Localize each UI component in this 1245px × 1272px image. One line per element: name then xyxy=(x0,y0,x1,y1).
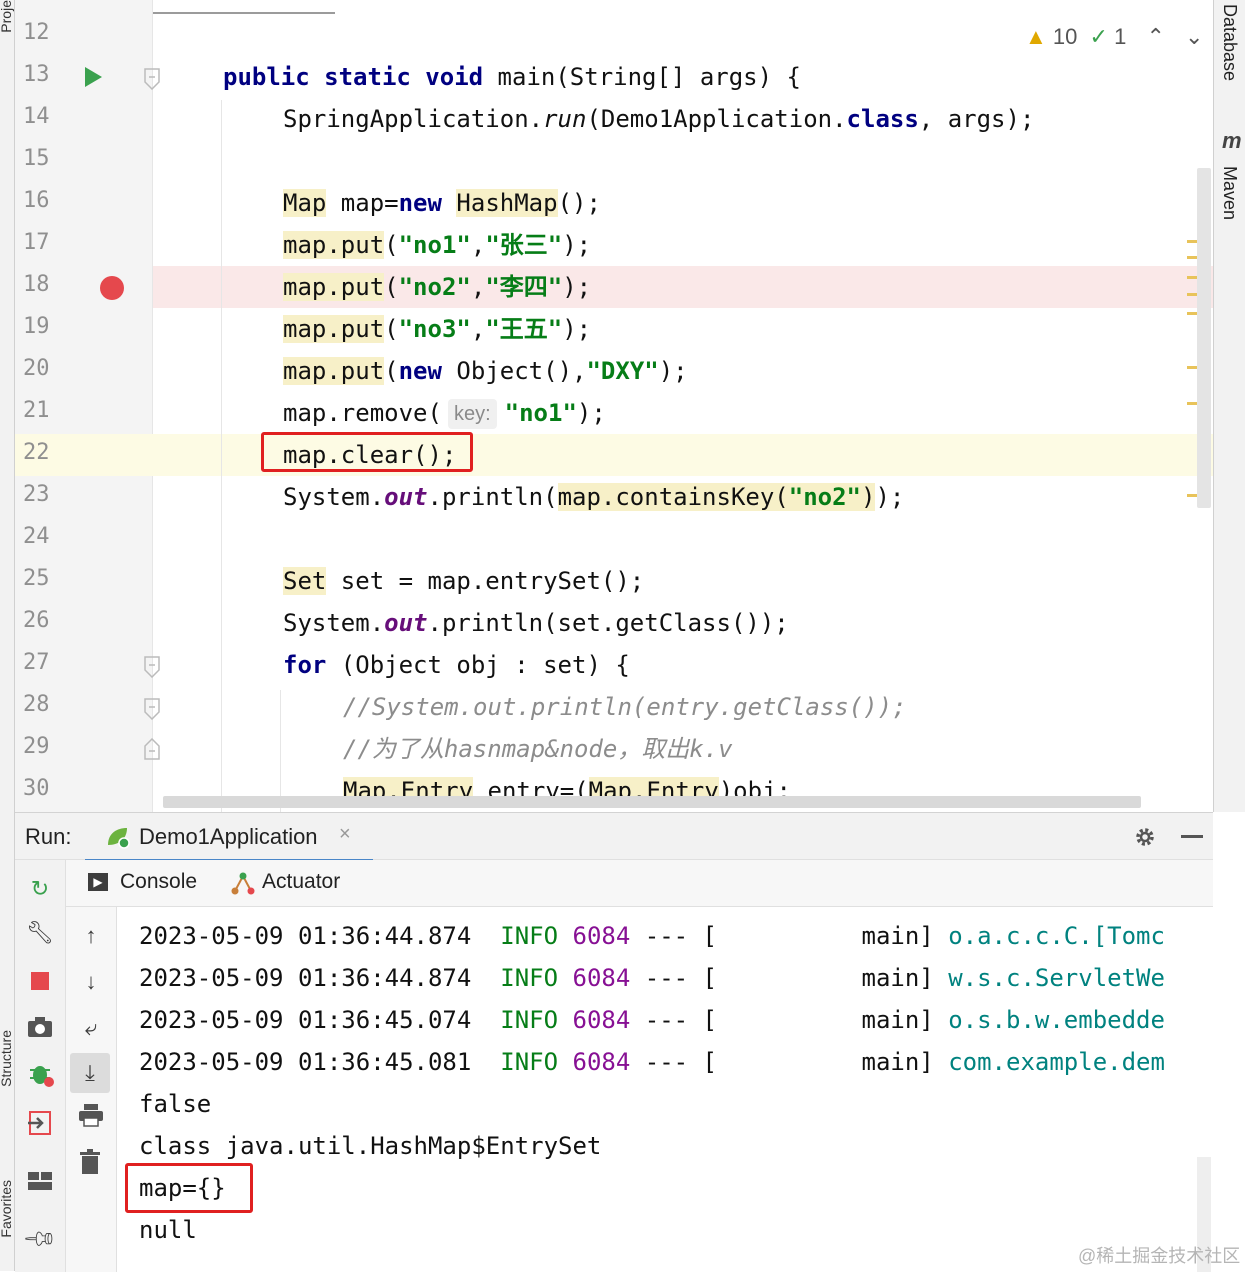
rerun-icon[interactable]: ↻ xyxy=(25,874,55,904)
line-number: 17 xyxy=(23,230,50,255)
inspection-widget[interactable]: ▲ 10 ✓ 1 ⌃ ⌄ xyxy=(1025,22,1203,52)
next-highlight-icon[interactable]: ⌄ xyxy=(1185,24,1203,49)
maven-icon[interactable]: m xyxy=(1222,128,1242,154)
code-line-21[interactable]: map.remove(key: "no1"); xyxy=(283,392,606,434)
line-number: 19 xyxy=(23,314,50,339)
watermark: @稀土掘金技术社区 xyxy=(1078,1246,1241,1266)
actuator-tab-label: Actuator xyxy=(262,870,341,893)
run-subtabs: ▶ Console Actuator xyxy=(66,860,1213,907)
breakpoint-icon[interactable] xyxy=(100,276,124,300)
line-number: 27 xyxy=(23,650,50,675)
settings-gear-icon[interactable] xyxy=(1133,825,1157,849)
line-number: 16 xyxy=(23,188,50,213)
code-line-18[interactable]: map.put("no2","李四"); xyxy=(283,266,591,308)
indent-guide xyxy=(221,100,222,812)
check-icon: ✓ xyxy=(1089,24,1108,49)
run-config-name: Demo1Application xyxy=(139,824,318,849)
run-header: Run: Demo1Application × xyxy=(15,813,1213,862)
warning-icon: ▲ xyxy=(1025,24,1047,49)
annotation-box-clear xyxy=(261,432,473,472)
line-number: 12 xyxy=(23,20,50,45)
run-panel: Run: Demo1Application × ↻ 🔧︎ 📌︎ ▶ Consol… xyxy=(15,812,1213,1272)
line-number: 29 xyxy=(23,734,50,759)
run-gutter-icon[interactable] xyxy=(83,66,103,88)
console-output[interactable]: 2023-05-09 01:36:44.874 INFO 6084 --- [ … xyxy=(15,907,1213,1272)
code-line-14[interactable]: SpringApplication.run(Demo1Application.c… xyxy=(283,98,1034,140)
database-tool-label[interactable]: Database xyxy=(1219,4,1240,81)
log-line: 2023-05-09 01:36:44.874 INFO 6084 --- [ … xyxy=(139,964,1165,992)
vertical-scrollbar[interactable] xyxy=(1197,168,1211,508)
previous-highlight-icon[interactable]: ⌃ xyxy=(1146,24,1164,49)
console-icon: ▶ xyxy=(88,873,108,891)
fold-marker-icon[interactable] xyxy=(143,656,161,678)
parameter-hint: key: xyxy=(447,399,497,429)
line-number: 21 xyxy=(23,398,50,423)
current-line-highlight xyxy=(15,434,1213,476)
code-editor[interactable]: 12 13 14 15 16 17 18 19 20 21 22 23 24 2… xyxy=(15,0,1213,812)
output-line: class java.util.HashMap$EntrySet xyxy=(139,1132,602,1160)
console-tab-label: Console xyxy=(120,870,198,893)
left-tool-stripe: Proje Structure Favorites xyxy=(0,0,15,1271)
line-number: 25 xyxy=(23,566,50,591)
warning-count: 10 xyxy=(1052,24,1078,49)
code-line-19[interactable]: map.put("no3","王五"); xyxy=(283,308,591,350)
run-label: Run: xyxy=(25,824,72,849)
indent-guide xyxy=(280,690,281,812)
code-line-29[interactable]: //为了从hasnmap&node，取出k.v xyxy=(343,728,733,770)
code-line-17[interactable]: map.put("no1","张三"); xyxy=(283,224,591,266)
favorites-tool-label[interactable]: Favorites xyxy=(0,1180,14,1238)
code-line-28[interactable]: //System.out.println(entry.getClass()); xyxy=(343,686,907,728)
actuator-icon xyxy=(231,872,255,895)
code-line-13[interactable]: public static void main(String[] args) { xyxy=(223,56,801,98)
line-number: 30 xyxy=(23,776,50,801)
log-line: 2023-05-09 01:36:44.874 INFO 6084 --- [ … xyxy=(139,922,1165,950)
structure-tool-label[interactable]: Structure xyxy=(0,1030,14,1087)
code-line-23[interactable]: System.out.println(map.containsKey("no2"… xyxy=(283,476,904,518)
line-number: 22 xyxy=(23,440,50,465)
log-line: 2023-05-09 01:36:45.081 INFO 6084 --- [ … xyxy=(139,1048,1165,1076)
output-line: null xyxy=(139,1216,197,1244)
output-line: false xyxy=(139,1090,212,1118)
code-line-20[interactable]: map.put(new Object(),"DXY"); xyxy=(283,350,688,392)
line-number: 26 xyxy=(23,608,50,633)
horizontal-scrollbar[interactable] xyxy=(163,796,1141,808)
project-tool-label[interactable]: Proje xyxy=(0,0,14,33)
right-tool-rail: Database m Maven xyxy=(1213,0,1245,812)
code-line-25[interactable]: Set set = map.entrySet(); xyxy=(283,560,644,602)
maven-tool-label[interactable]: Maven xyxy=(1219,166,1240,220)
line-number: 15 xyxy=(23,146,50,171)
line-number: 23 xyxy=(23,482,50,507)
line-number: 18 xyxy=(23,272,50,297)
line-number: 24 xyxy=(23,524,50,549)
code-line-16[interactable]: Map map=new HashMap(); xyxy=(283,182,601,224)
annotation-box-map-output xyxy=(125,1163,253,1213)
line-number: 13 xyxy=(23,62,50,87)
run-config-tab[interactable]: Demo1Application × xyxy=(85,813,373,862)
fold-marker-icon[interactable] xyxy=(143,68,161,90)
close-tab-icon[interactable]: × xyxy=(339,823,351,846)
ok-count: 1 xyxy=(1114,24,1127,49)
minimize-icon[interactable] xyxy=(1181,835,1203,838)
code-line-27[interactable]: for (Object obj : set) { xyxy=(283,644,630,686)
log-line: 2023-05-09 01:36:45.074 INFO 6084 --- [ … xyxy=(139,1006,1165,1034)
spring-leaf-icon xyxy=(108,828,130,849)
code-line-26[interactable]: System.out.println(set.getClass()); xyxy=(283,602,789,644)
line-number: 28 xyxy=(23,692,50,717)
fold-end-marker-icon[interactable] xyxy=(143,738,161,760)
line-number: 14 xyxy=(23,104,50,129)
line-number: 20 xyxy=(23,356,50,381)
fold-marker-icon[interactable] xyxy=(143,698,161,720)
